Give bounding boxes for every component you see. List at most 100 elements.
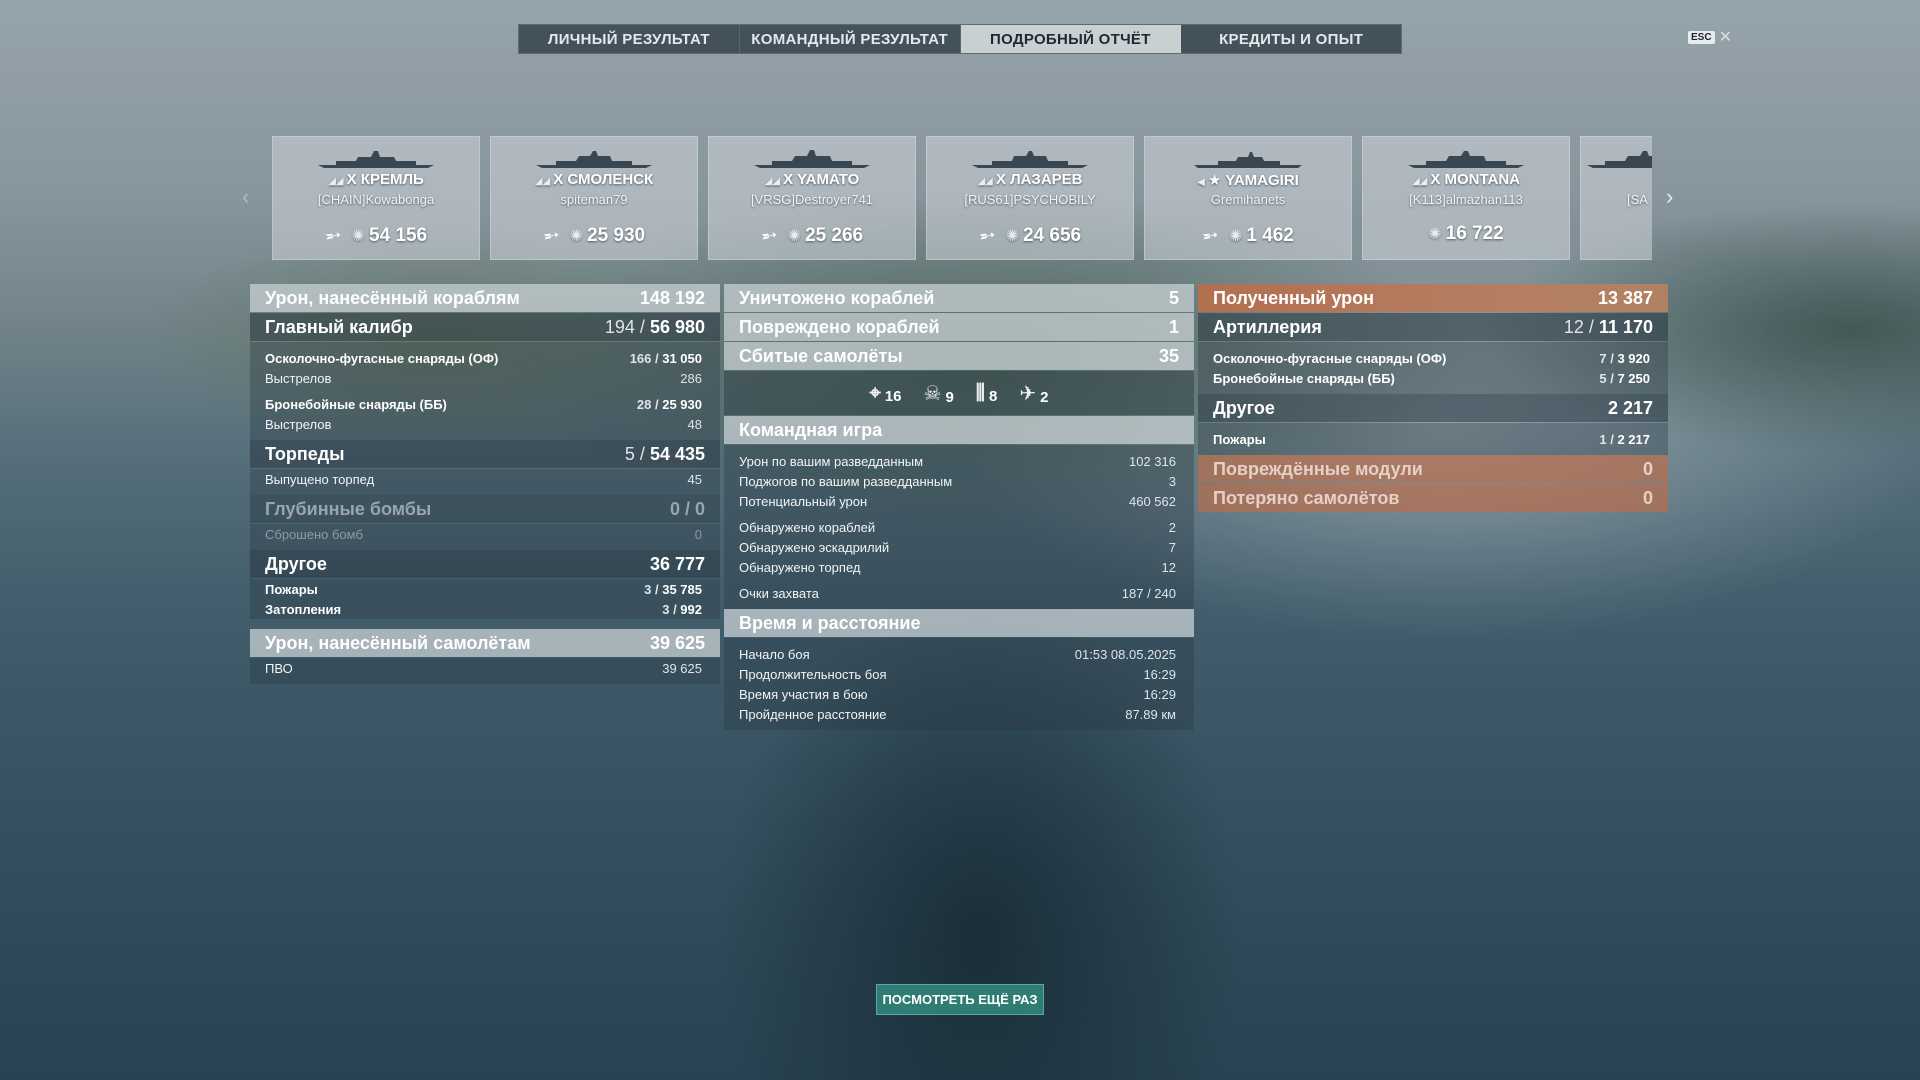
planes-lost-value: 0 bbox=[1642, 487, 1653, 508]
planes-lost-label: Потеряно самолётов bbox=[1213, 487, 1400, 508]
damage-stat: ✺ 16 722 bbox=[1428, 223, 1504, 245]
skull-icon: ☠ bbox=[923, 382, 942, 405]
crosshair-icon: ⌖ bbox=[869, 381, 881, 404]
damage-stat: ✺ 54 156 bbox=[352, 225, 428, 247]
received-label: Полученный урон bbox=[1213, 287, 1374, 308]
team-stats-panel: Уничтожено кораблей 5 Повреждено кораблей… bbox=[724, 284, 1194, 730]
torpedoes-hits: 5 bbox=[624, 443, 635, 464]
battle-start-value: 01:53 08.05.2025 bbox=[1074, 646, 1176, 662]
damage-value: 54 156 bbox=[369, 224, 428, 246]
other-label: Другое bbox=[265, 553, 327, 574]
ship-silhouette-icon bbox=[1587, 151, 1652, 168]
ship-silhouette-icon bbox=[1408, 151, 1524, 168]
cruiser-class-icon: ◢◢ bbox=[534, 176, 551, 187]
ship-card[interactable]: ◢◢ X YAMATO [VRSG]Destroyer741 ➶ ✺ 25 266 bbox=[708, 136, 916, 260]
result-tabs: ЛИЧНЫЙ РЕЗУЛЬТАТ КОМАНДНЫЙ РЕЗУЛЬТАТ ПОД… bbox=[518, 24, 1402, 54]
damage-value: 24 656 bbox=[1023, 224, 1082, 246]
damage-received-panel: Полученный урон 13 387 Артиллерия 12 / 11 … bbox=[1198, 284, 1668, 513]
received-he-row: Осколочно-фугасные снаряды (ОФ) 7 / 3 920 bbox=[1198, 348, 1668, 368]
squadron-icon: ✈ bbox=[1019, 382, 1037, 405]
received-value: 13 387 bbox=[1597, 287, 1653, 308]
depth-label: Глубинные бомбы bbox=[265, 498, 432, 519]
damage-stat: ✺ 25 930 bbox=[570, 225, 646, 247]
damage-value: 16 722 bbox=[1445, 223, 1504, 244]
ship-name: ◢◢ X ЛАЗАРЕВ bbox=[927, 171, 1133, 188]
carousel-next-button[interactable]: › bbox=[1666, 184, 1673, 210]
planes-down-label: Сбитые самолёты bbox=[739, 345, 903, 366]
capture-label: Очки захвата bbox=[739, 585, 819, 601]
received-other-header: Другое 2 217 bbox=[1198, 394, 1668, 422]
he-row: Осколочно-фугасные снаряды (ОФ) 166 / 31 … bbox=[250, 348, 720, 368]
spotted-squadrons-row: Обнаружено эскадрилий 7 bbox=[724, 537, 1194, 557]
torpedo-icon: ➶ bbox=[755, 222, 783, 250]
floods-value: 3 / 992 bbox=[662, 601, 702, 617]
artillery-hits: 12 bbox=[1563, 316, 1584, 337]
damaged-header: Повреждено кораблей 1 bbox=[724, 313, 1194, 341]
battle-start-label: Начало боя bbox=[739, 646, 810, 662]
ap-shots-label: Выстрелов bbox=[265, 416, 332, 432]
received-fires-count: 1 bbox=[1599, 431, 1607, 447]
ap-hits: 28 bbox=[636, 396, 652, 412]
ship-card[interactable]: ◢◢ X ЛАЗАРЕВ [RUS61]PSYCHOBILY ➶ ✺ 24 656 bbox=[926, 136, 1134, 260]
depth-dropped-label: Сброшено бомб bbox=[265, 526, 363, 542]
tab-credits-xp[interactable]: КРЕДИТЫ И ОПЫТ bbox=[1181, 25, 1401, 53]
spotted-torpedoes-value: 12 bbox=[1161, 559, 1176, 575]
carousel-prev-button[interactable]: ‹ bbox=[242, 184, 249, 210]
ship-name: ◢◢ X YAMATO bbox=[709, 171, 915, 188]
damage-value: 25 930 bbox=[587, 224, 646, 246]
ship-card-partial[interactable]: [SA bbox=[1580, 136, 1652, 260]
received-ap-hits: 5 bbox=[1599, 370, 1607, 386]
received-he-damage: 3 920 bbox=[1617, 350, 1650, 366]
torp-launched-label: Выпущено торпед bbox=[265, 471, 375, 487]
ship-name: ◢◢ X КРЕМЛЬ bbox=[273, 171, 479, 188]
tab-personal[interactable]: ЛИЧНЫЙ РЕЗУЛЬТАТ bbox=[519, 25, 740, 53]
spotted-squadrons-label: Обнаружено эскадрилий bbox=[739, 539, 890, 555]
received-ap-row: Бронебойные снаряды (ББ) 5 / 7 250 bbox=[1198, 368, 1668, 388]
he-shots-value: 286 bbox=[680, 370, 702, 386]
plane-damage-value: 39 625 bbox=[649, 632, 705, 653]
player-name: Gremihanets bbox=[1210, 192, 1286, 207]
bombs-icon: ⫼ bbox=[975, 381, 985, 404]
cruiser-class-icon: ◢◢ bbox=[977, 176, 993, 187]
spotted-torpedoes-label: Обнаружено торпед bbox=[739, 559, 861, 575]
fires-label: Пожары bbox=[265, 581, 318, 597]
damage-value: 25 266 bbox=[805, 224, 864, 246]
fires-damage: 35 785 bbox=[662, 581, 702, 597]
ship-card[interactable]: ◢◢ X MONTANA [K113]almazhan113 ✺ 16 722 bbox=[1362, 136, 1570, 260]
player-name: [SA bbox=[1627, 192, 1648, 207]
ship-name: ◢◢ X MONTANA bbox=[1363, 171, 1569, 188]
received-ap-label: Бронебойные снаряды (ББ) bbox=[1213, 370, 1395, 386]
battle-duration-row: Продолжительность боя 16:29 bbox=[724, 664, 1194, 684]
damaged-modules-value: 0 bbox=[1642, 458, 1653, 479]
ship-silhouette-icon bbox=[1194, 152, 1302, 168]
other-header: Другое 36 777 bbox=[250, 550, 720, 578]
received-he-hits: 7 bbox=[1599, 350, 1607, 366]
tab-detailed[interactable]: ПОДРОБНЫЙ ОТЧЁТ bbox=[960, 25, 1182, 53]
main-battery-value: 194 / 56 980 bbox=[604, 316, 705, 337]
fires-row: Пожары 3 / 35 785 bbox=[250, 579, 720, 599]
ship-card[interactable]: ◢◢ X СМОЛЕНСК spiteman79 ➶ ✺ 25 930 bbox=[490, 136, 698, 260]
close-button[interactable]: ESC ✕ bbox=[1688, 27, 1732, 47]
aa-label: ПВО bbox=[265, 660, 293, 676]
destroyed-header: Уничтожено кораблей 5 bbox=[724, 284, 1194, 312]
plane-type-stat: ☠ 9 bbox=[924, 381, 954, 406]
planes-down-value: 35 bbox=[1158, 345, 1179, 366]
close-icon: ✕ bbox=[1718, 29, 1732, 46]
ship-card[interactable]: ◀ ★ YAMAGIRI Gremihanets ➶ ✺ 1 462 bbox=[1144, 136, 1352, 260]
ship-card[interactable]: ◢◢ X КРЕМЛЬ [CHAIN]Kowabonga ➶ ✺ 54 156 bbox=[272, 136, 480, 260]
player-name: spiteman79 bbox=[560, 192, 628, 207]
ship-name-text: СМОЛЕНСК bbox=[567, 171, 654, 188]
card-stats: ➶ ✺ 54 156 bbox=[273, 222, 479, 250]
he-shots-row: Выстрелов 286 bbox=[250, 368, 720, 388]
tab-team[interactable]: КОМАНДНЫЙ РЕЗУЛЬТАТ bbox=[740, 25, 961, 53]
plane-type-value: 8 bbox=[988, 387, 998, 405]
artillery-damage: 11 170 bbox=[1598, 316, 1653, 337]
damage-icon: ✺ bbox=[1228, 227, 1243, 245]
replay-button[interactable]: ПОСМОТРЕТЬ ЕЩЁ РАЗ bbox=[876, 984, 1044, 1015]
damaged-modules-header: Повреждённые модули 0 bbox=[1198, 455, 1668, 483]
card-stats: ➶ ✺ 1 462 bbox=[1145, 222, 1351, 250]
ship-name-text: YAMAGIRI bbox=[1225, 172, 1299, 189]
artillery-label: Артиллерия bbox=[1213, 316, 1322, 337]
destroyed-value: 5 bbox=[1168, 287, 1179, 308]
plane-damage-label: Урон, нанесённый самолётам bbox=[265, 632, 531, 653]
